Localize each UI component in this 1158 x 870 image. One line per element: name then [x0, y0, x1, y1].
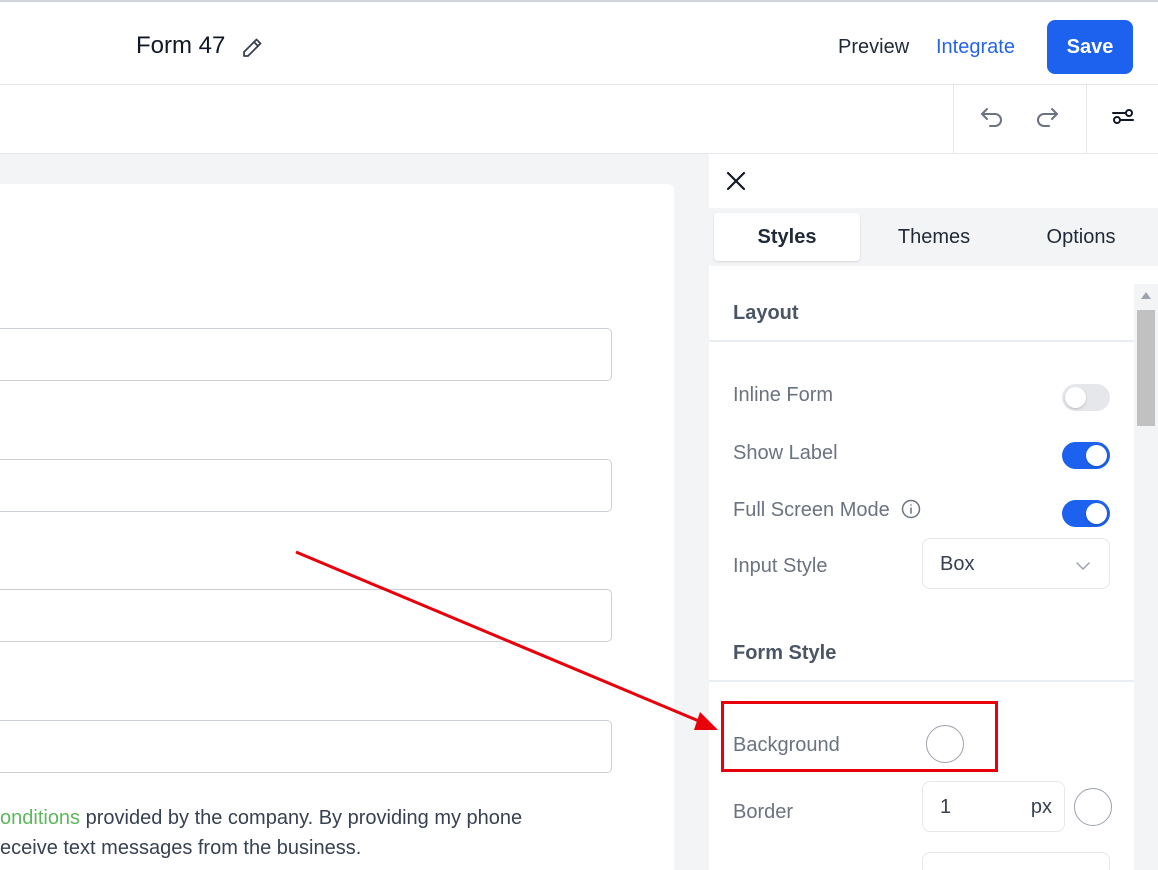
undo-icon[interactable]: [978, 103, 1006, 131]
tab-styles[interactable]: Styles: [714, 213, 860, 261]
form-input-field[interactable]: [0, 589, 612, 642]
input-style-label: Input Style: [733, 555, 828, 577]
terms-link[interactable]: onditions: [0, 807, 80, 829]
save-button[interactable]: Save: [1047, 20, 1133, 74]
background-label: Background: [733, 734, 840, 756]
toggle-knob: [1086, 503, 1107, 524]
top-header: Form 47 Preview Integrate Save: [0, 0, 1158, 85]
form-input-field[interactable]: [0, 459, 612, 512]
toggle-knob: [1086, 445, 1107, 466]
close-icon[interactable]: [725, 170, 747, 192]
form-title: Form 47: [136, 32, 226, 59]
form-style-section-heading: Form Style: [709, 624, 1134, 682]
chevron-down-icon: [1076, 562, 1090, 571]
inline-form-label: Inline Form: [733, 384, 834, 406]
border-width-input[interactable]: 1 px: [922, 781, 1065, 832]
background-color-swatch[interactable]: [926, 725, 964, 763]
tab-options[interactable]: Options: [1008, 213, 1154, 261]
redo-icon[interactable]: [1033, 103, 1061, 131]
scroll-up-arrow-icon[interactable]: [1141, 292, 1151, 299]
pencil-edit-icon[interactable]: [240, 36, 264, 60]
border-label: Border: [733, 801, 794, 823]
editor-toolbar: [0, 85, 1158, 154]
info-icon[interactable]: [901, 499, 921, 519]
border-color-swatch[interactable]: [1074, 788, 1112, 826]
form-canvas: onditions provided by the company. By pr…: [0, 154, 709, 870]
preview-button[interactable]: Preview: [838, 36, 909, 59]
form-input-field[interactable]: [0, 328, 612, 381]
consent-text-line1: provided by the company. By providing my…: [80, 807, 523, 829]
panel-scrollbar[interactable]: [1134, 284, 1158, 870]
form-input-field[interactable]: [0, 720, 612, 773]
tab-themes[interactable]: Themes: [861, 213, 1007, 261]
input-style-value: Box: [940, 553, 975, 575]
full-screen-mode-toggle[interactable]: [1062, 500, 1110, 527]
styles-panel: Styles Themes Options Layout Inline Form…: [709, 154, 1158, 870]
form-preview-card: [0, 184, 674, 870]
full-screen-mode-label: Full Screen Mode: [733, 499, 890, 521]
layout-section-heading: Layout: [709, 284, 1134, 342]
inline-form-toggle[interactable]: [1062, 384, 1110, 411]
form-style-heading: Form Style: [733, 642, 837, 664]
show-label-label: Show Label: [733, 442, 838, 464]
input-style-select[interactable]: Box: [922, 538, 1110, 589]
panel-tabs: Styles Themes Options: [709, 208, 1158, 266]
integrate-button[interactable]: Integrate: [936, 36, 1015, 59]
consent-text-line2: eceive text messages from the business.: [0, 837, 362, 859]
next-setting-input[interactable]: [922, 852, 1110, 870]
toggle-knob: [1065, 387, 1086, 408]
toolbar-divider: [953, 85, 954, 154]
border-width-unit: px: [1030, 796, 1052, 818]
layout-heading: Layout: [733, 302, 799, 324]
border-width-value: 1: [940, 796, 952, 818]
settings-sliders-icon[interactable]: [1109, 103, 1137, 131]
show-label-toggle[interactable]: [1062, 442, 1110, 469]
scrollbar-thumb[interactable]: [1137, 310, 1155, 426]
toolbar-divider: [1086, 85, 1087, 154]
consent-text: onditions provided by the company. By pr…: [0, 803, 522, 863]
